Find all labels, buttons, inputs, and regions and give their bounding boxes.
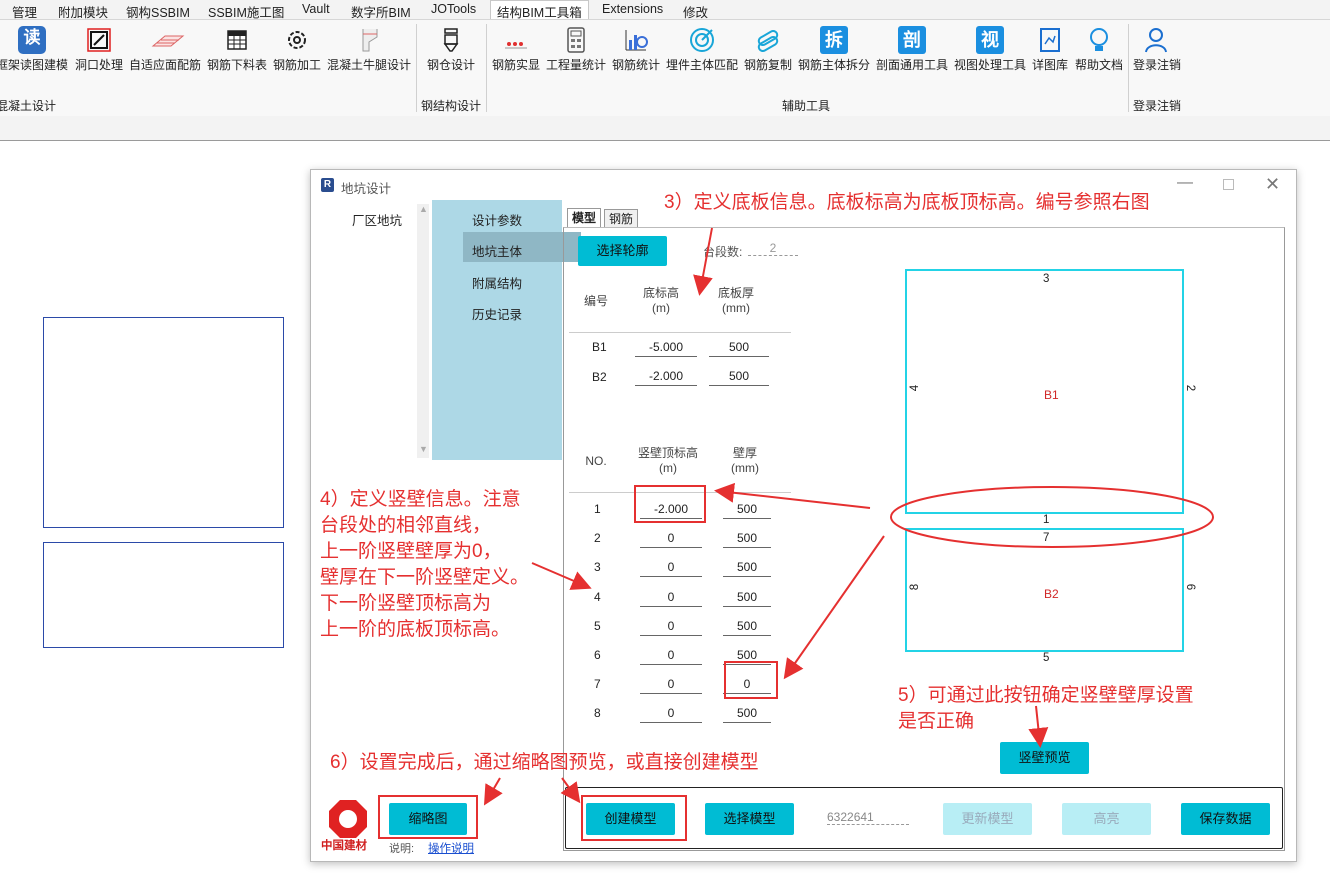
- arrow: [783, 535, 885, 680]
- arrow: [483, 777, 503, 806]
- highlight-ellipse: [890, 486, 1214, 548]
- arrow: [693, 227, 713, 296]
- arrow: [1028, 705, 1049, 748]
- annotation-arrows: [483, 227, 1214, 806]
- arrow: [531, 562, 592, 590]
- arrow: [714, 482, 871, 509]
- arrow: [560, 777, 581, 804]
